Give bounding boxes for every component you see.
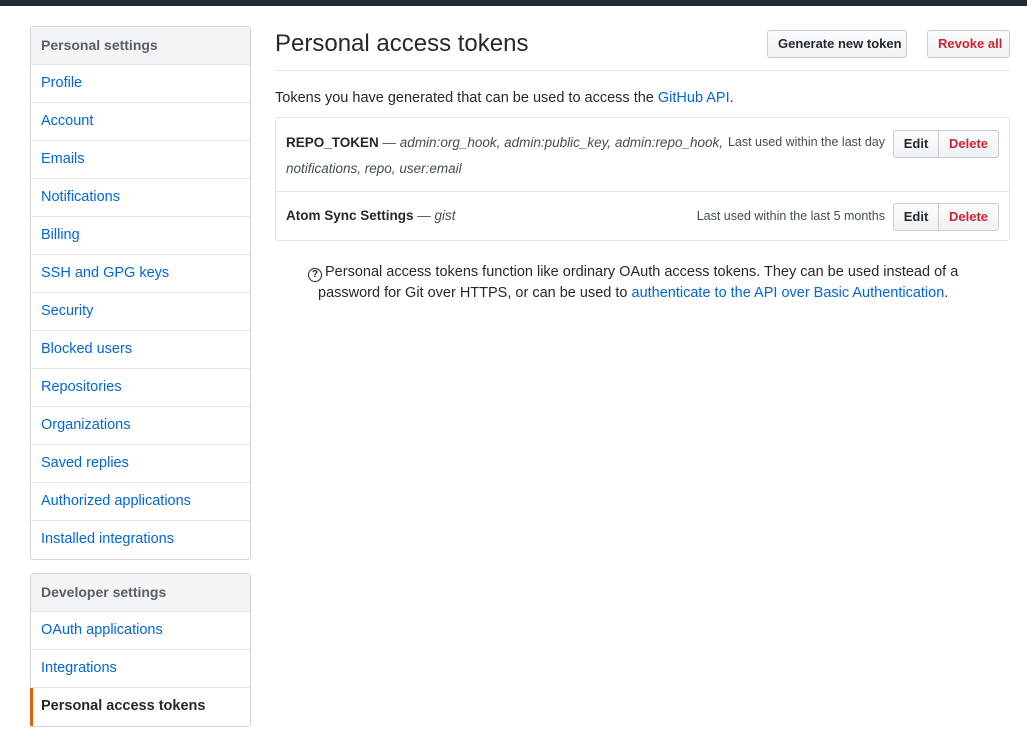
token-name-text: REPO_TOKEN bbox=[286, 135, 379, 150]
token-row: Atom Sync Settings — gist Last used with… bbox=[276, 192, 1009, 240]
sidebar-item-profile[interactable]: Profile bbox=[31, 65, 250, 103]
sidebar-item-oauth-applications[interactable]: OAuth applications bbox=[31, 612, 250, 650]
sidebar-item-organizations[interactable]: Organizations bbox=[31, 407, 250, 445]
title-divider bbox=[275, 70, 1010, 71]
edit-token-button[interactable]: Edit bbox=[893, 130, 939, 158]
intro-text: Tokens you have generated that can be us… bbox=[275, 90, 658, 106]
sidebar-item-billing[interactable]: Billing bbox=[31, 217, 250, 255]
token-last-used: Last used within the last day bbox=[727, 135, 885, 149]
token-actions: Edit Delete bbox=[893, 130, 999, 158]
help-text-1: Personal access tokens function like ord… bbox=[325, 264, 959, 280]
developer-settings-heading: Developer settings bbox=[31, 574, 250, 612]
sidebar-item-saved-replies[interactable]: Saved replies bbox=[31, 445, 250, 483]
sidebar-item-notifications[interactable]: Notifications bbox=[31, 179, 250, 217]
token-scopes: gist bbox=[434, 208, 456, 223]
help-note: ? Personal access tokens function like or… bbox=[308, 262, 998, 304]
github-api-link[interactable]: GitHub API bbox=[658, 90, 730, 106]
page-title: Personal access tokens bbox=[275, 30, 529, 57]
token-last-used: Last used within the last 5 months bbox=[696, 209, 885, 223]
sidebar-item-blocked-users[interactable]: Blocked users bbox=[31, 331, 250, 369]
token-row: REPO_TOKEN — admin:org_hook, admin:publi… bbox=[276, 118, 1009, 192]
delete-token-button[interactable]: Delete bbox=[939, 203, 999, 231]
edit-token-button[interactable]: Edit bbox=[893, 203, 939, 231]
token-scopes-continued: notifications, repo, user:email bbox=[286, 161, 462, 176]
token-scopes: admin:org_hook, admin:public_key, admin:… bbox=[399, 135, 723, 150]
top-header-bar bbox=[0, 0, 1027, 6]
help-line-2: password for Git over HTTPS, or can be u… bbox=[308, 283, 998, 304]
personal-settings-menu: Personal settings Profile Account Emails… bbox=[30, 26, 251, 560]
developer-settings-menu: Developer settings OAuth applications In… bbox=[30, 573, 251, 727]
token-actions: Edit Delete bbox=[893, 203, 999, 231]
token-separator: — bbox=[413, 208, 435, 223]
sidebar-item-authorized-applications[interactable]: Authorized applications bbox=[31, 483, 250, 521]
intro-end: . bbox=[729, 90, 734, 106]
sidebar-item-repositories[interactable]: Repositories bbox=[31, 369, 250, 407]
sidebar-item-emails[interactable]: Emails bbox=[31, 141, 250, 179]
sidebar-item-personal-access-tokens[interactable]: Personal access tokens bbox=[30, 688, 250, 726]
token-name: Atom Sync Settings — gist bbox=[286, 208, 456, 223]
sidebar-item-ssh-gpg-keys[interactable]: SSH and GPG keys bbox=[31, 255, 250, 293]
sidebar-item-security[interactable]: Security bbox=[31, 293, 250, 331]
delete-token-button[interactable]: Delete bbox=[939, 130, 999, 158]
token-separator: — bbox=[378, 135, 400, 150]
tokens-intro-text: Tokens you have generated that can be us… bbox=[275, 90, 734, 106]
help-text-end: . bbox=[944, 285, 949, 301]
sidebar-item-integrations[interactable]: Integrations bbox=[31, 650, 250, 688]
question-icon: ? bbox=[308, 268, 322, 282]
personal-settings-heading: Personal settings bbox=[31, 27, 250, 65]
token-name-text: Atom Sync Settings bbox=[286, 208, 414, 223]
token-name: REPO_TOKEN — admin:org_hook, admin:publi… bbox=[286, 135, 723, 150]
sidebar-item-installed-integrations[interactable]: Installed integrations bbox=[31, 521, 250, 559]
help-line-1: ? Personal access tokens function like or… bbox=[308, 262, 998, 283]
help-text-2: password for Git over HTTPS, or can be u… bbox=[318, 285, 632, 301]
token-list: REPO_TOKEN — admin:org_hook, admin:publi… bbox=[275, 117, 1010, 241]
sidebar-item-account[interactable]: Account bbox=[31, 103, 250, 141]
generate-new-token-button[interactable]: Generate new token bbox=[767, 30, 907, 58]
basic-auth-link[interactable]: authenticate to the API over Basic Authe… bbox=[632, 285, 945, 301]
revoke-all-button[interactable]: Revoke all bbox=[927, 30, 1010, 58]
